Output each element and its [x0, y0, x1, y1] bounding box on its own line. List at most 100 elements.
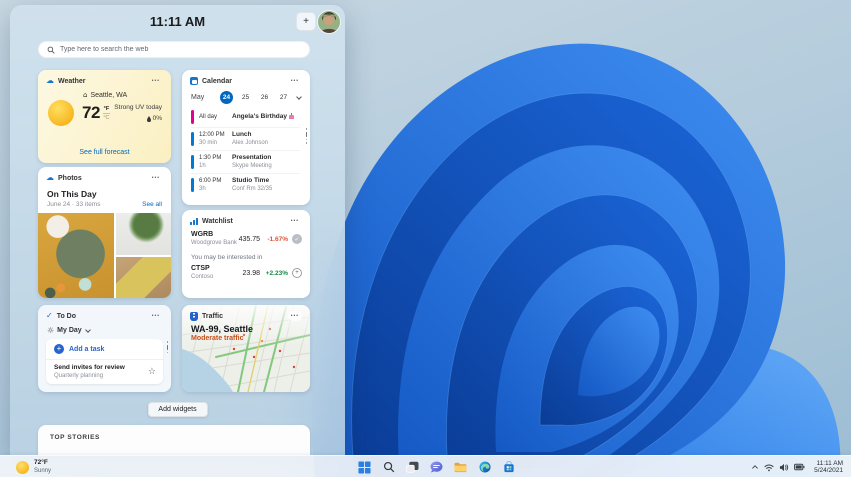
todo-widget[interactable]: ✓ To Do ••• ☼ My Day + Add a task Send i…: [38, 305, 171, 392]
calendar-scrollbar[interactable]: [305, 128, 307, 144]
todo-menu-button[interactable]: •••: [149, 311, 163, 321]
add-task-row[interactable]: + Add a task: [46, 339, 163, 360]
date-pill-26[interactable]: 26: [258, 91, 271, 104]
temperature-value: 72: [82, 103, 100, 122]
photos-widget[interactable]: ☁ Photos ••• On This Day June 24 · 33 it…: [38, 167, 171, 298]
file-explorer-button[interactable]: [452, 459, 469, 476]
event-title: Presentation: [232, 154, 272, 161]
watchlist-menu-button[interactable]: •••: [288, 216, 302, 226]
stock-name: Woodgrove Bank: [191, 240, 237, 246]
home-icon: ⌂: [83, 91, 88, 99]
unit-fahrenheit[interactable]: °F: [104, 106, 110, 112]
calendar-event[interactable]: 6:00 PM 3h Studio Time Conf Rm 32/35: [191, 173, 300, 196]
edge-icon: [478, 461, 491, 473]
calendar-menu-button[interactable]: •••: [288, 76, 302, 86]
todo-task-card: + Add a task Send invites for review Qua…: [46, 339, 163, 384]
unit-divider: [102, 112, 110, 114]
traffic-widget[interactable]: Traffic ••• WA-99, Seattle Moderate traf…: [182, 305, 310, 392]
todo-list-selector[interactable]: ☼ My Day: [38, 321, 171, 339]
store-icon: [503, 461, 514, 473]
chevron-down-icon: [84, 326, 91, 333]
web-search-bar[interactable]: [38, 41, 310, 58]
weather-widget[interactable]: ☁ Weather ••• ⌂ Seattle, WA 72 °F °C Str…: [38, 70, 171, 163]
widgets-panel: 11:11 AM + Type here to search the web ☁…: [10, 5, 345, 455]
wifi-icon: [764, 464, 774, 471]
unit-celsius[interactable]: °C: [103, 115, 109, 121]
photo-thumbnail[interactable]: [115, 256, 171, 298]
top-stories-label: TOP STORIES: [50, 434, 100, 441]
see-full-forecast-link[interactable]: See full forecast: [38, 149, 171, 156]
top-stories-card[interactable]: TOP STORIES: [38, 425, 310, 455]
date-pill-25[interactable]: 25: [239, 91, 252, 104]
task-subtitle: Quarterly planning: [54, 373, 104, 379]
user-avatar[interactable]: [318, 11, 340, 33]
speaker-icon: [780, 463, 789, 471]
panel-header: 11:11 AM +: [10, 5, 345, 39]
chat-button[interactable]: [428, 459, 445, 476]
star-icon[interactable]: ☆: [148, 368, 156, 377]
unit-toggle[interactable]: °F °C: [102, 106, 110, 121]
battery-button[interactable]: [794, 463, 805, 471]
add-task-plus-icon: +: [54, 344, 64, 354]
stock-row[interactable]: WGRB Woodgrove Bank 435.75 -1.67% ✓: [182, 226, 310, 250]
sunny-icon: [16, 460, 29, 474]
watchlist-add-icon[interactable]: +: [292, 268, 302, 278]
stocks-chart-icon: [190, 217, 198, 225]
chat-icon: [430, 461, 443, 473]
add-widget-button[interactable]: +: [296, 12, 316, 31]
search-input[interactable]: [60, 46, 301, 53]
date-pill-27[interactable]: 27: [277, 91, 290, 104]
watchlist-widget[interactable]: Watchlist ••• WGRB Woodgrove Bank 435.75…: [182, 210, 310, 298]
add-widgets-button[interactable]: Add widgets: [147, 402, 208, 417]
system-tray: 11:11 AM 5/24/2021: [751, 456, 847, 477]
precipitation: 0%: [114, 115, 162, 122]
photo-thumbnail[interactable]: [115, 213, 171, 255]
see-all-link[interactable]: See all: [142, 201, 162, 208]
date-pill-24[interactable]: 24: [220, 91, 233, 104]
task-item[interactable]: Send invites for review Quarterly planni…: [46, 360, 163, 384]
photo-collage: [38, 213, 171, 298]
stock-row[interactable]: CTSP Contoso 23.98 +2.23% +: [182, 263, 310, 284]
start-button[interactable]: [356, 459, 373, 476]
weather-title: Weather: [58, 77, 86, 85]
droplet-icon: [146, 115, 151, 122]
calendar-event[interactable]: 12:00 PM 30 min Lunch Alex Johnson: [191, 127, 300, 150]
store-button[interactable]: [500, 459, 517, 476]
calendar-widget[interactable]: Calendar ••• May 24 25 26 27 All day Ang…: [182, 70, 310, 205]
traffic-title: Traffic: [202, 312, 224, 320]
my-day-sun-icon: ☼: [47, 326, 55, 335]
edge-button[interactable]: [476, 459, 493, 476]
photos-menu-button[interactable]: •••: [149, 173, 163, 183]
calendar-event[interactable]: All day Angela's Birthday: [191, 107, 300, 127]
stock-price: 435.75: [238, 235, 260, 243]
watchlist-added-icon[interactable]: ✓: [292, 234, 302, 244]
volume-button[interactable]: [779, 463, 789, 472]
photos-title: Photos: [58, 174, 82, 182]
todo-scrollbar[interactable]: [166, 341, 168, 353]
photos-heading: On This Day: [47, 189, 97, 199]
tray-clock[interactable]: 11:11 AM 5/24/2021: [810, 460, 847, 475]
tray-chevron-up-button[interactable]: [751, 463, 759, 471]
todo-list-name: My Day: [57, 327, 82, 334]
avatar-image: [318, 11, 340, 33]
event-time: All day: [199, 114, 218, 120]
event-title: Lunch: [232, 131, 252, 138]
task-view-button[interactable]: [404, 459, 421, 476]
weather-menu-button[interactable]: •••: [149, 76, 163, 86]
wifi-button[interactable]: [764, 463, 774, 472]
chevron-down-icon[interactable]: [296, 93, 302, 100]
photo-thumbnail[interactable]: [38, 213, 114, 298]
traffic-heading: WA-99, Seattle: [191, 324, 254, 334]
event-subtitle: Skype Meeting: [232, 163, 272, 169]
desktop: 11:11 AM + Type here to search the web ☁…: [0, 0, 851, 477]
taskbar-weather-button[interactable]: 72°F Sunny: [10, 456, 57, 477]
search-button[interactable]: [380, 459, 397, 476]
traffic-menu-button[interactable]: •••: [287, 311, 302, 321]
watchlist-suggestion-label: You may be interested in: [191, 254, 263, 261]
calendar-month: May: [191, 94, 205, 101]
stock-symbol: CTSP: [191, 265, 210, 272]
event-time: 12:00 PM: [199, 132, 225, 138]
windows-logo-icon: [358, 460, 371, 474]
calendar-event[interactable]: 1:30 PM 1h Presentation Skype Meeting: [191, 150, 300, 173]
todo-check-icon: ✓: [46, 311, 53, 320]
